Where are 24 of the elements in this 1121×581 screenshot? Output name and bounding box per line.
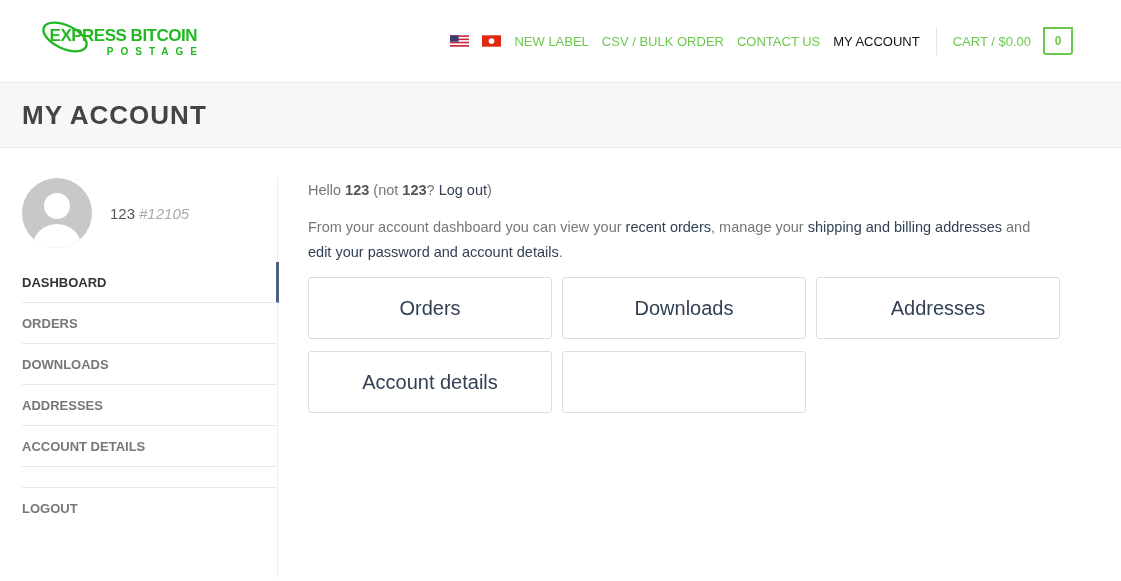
- sidebar-item[interactable]: ACCOUNT DETAILS: [22, 426, 277, 467]
- intro-link[interactable]: shipping and billing addresses: [807, 219, 1002, 235]
- logout-link[interactable]: LOGOUT: [22, 488, 277, 528]
- empty-tile[interactable]: [562, 351, 806, 413]
- dashboard-intro: From your account dashboard you can view your recent orders, manage your shipping and billing addresses and edit your password and account details.: [308, 218, 1032, 262]
- user-id: #12105: [139, 204, 190, 222]
- intro-link[interactable]: edit your password and account details: [308, 244, 559, 260]
- dashboard-tile[interactable]: Addresses: [816, 277, 1060, 339]
- dashboard-tile[interactable]: Orders: [308, 277, 552, 339]
- sidebar-item[interactable]: ORDERS: [22, 303, 277, 344]
- logout-link[interactable]: Log out: [438, 182, 487, 198]
- hong-kong-flag-icon[interactable]: [482, 35, 502, 47]
- sidebar-item[interactable]: DOWNLOADS: [22, 344, 277, 385]
- user-name: 123: [110, 204, 136, 222]
- dashboard-tile[interactable]: Account details: [308, 351, 552, 413]
- logo-tagline: POSTAGE: [106, 45, 204, 57]
- intro-link[interactable]: recent orders: [625, 219, 711, 235]
- nav-link[interactable]: MY ACCOUNT: [833, 33, 920, 49]
- sidebar-item[interactable]: ADDRESSES: [22, 385, 277, 426]
- us-flag-icon[interactable]: [450, 35, 470, 47]
- greeting-text: Hello 123 (not 123? Log out): [308, 181, 493, 200]
- page-title: MY ACCOUNT: [22, 99, 207, 131]
- sidebar-item[interactable]: DASHBOARD: [22, 262, 279, 303]
- dashboard-tile[interactable]: Downloads: [562, 277, 806, 339]
